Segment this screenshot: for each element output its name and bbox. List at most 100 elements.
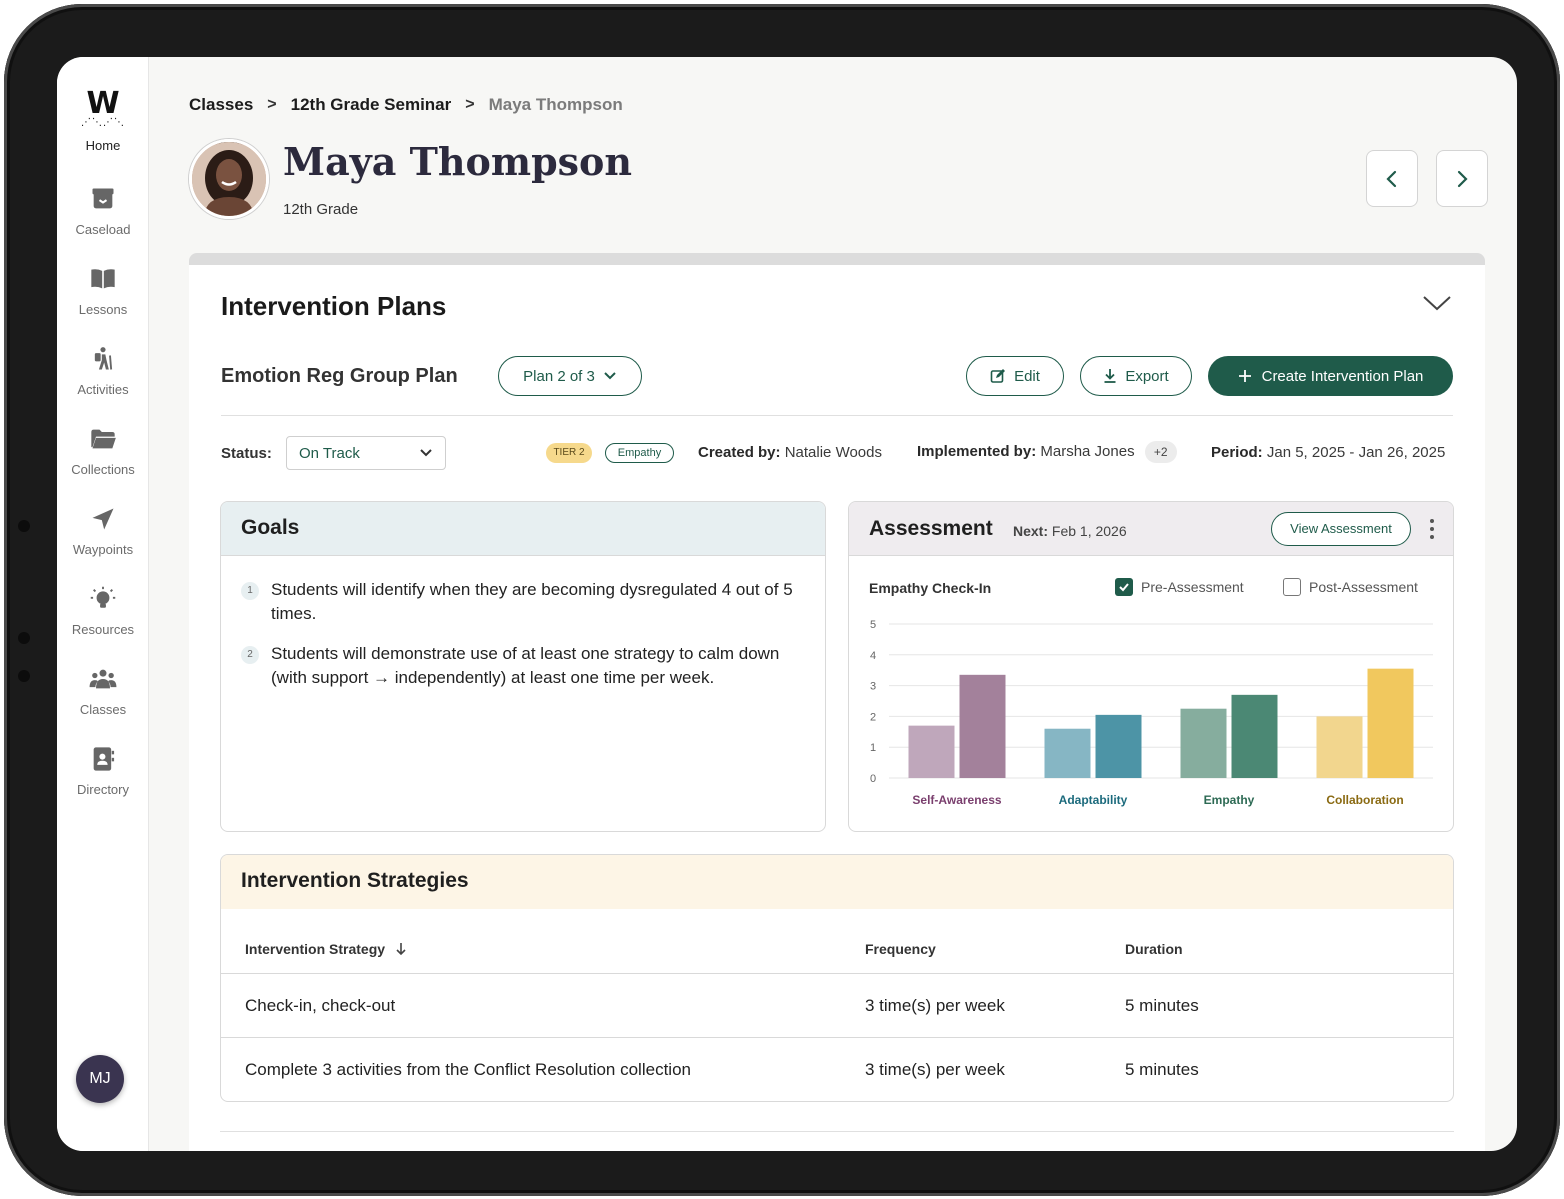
plan-name: Emotion Reg Group Plan	[221, 365, 458, 387]
goal-text: Students will demonstrate use of at leas…	[271, 644, 780, 687]
duration-cell: 5 minutes	[1125, 996, 1199, 1015]
edit-button[interactable]: Edit	[966, 356, 1064, 396]
edit-label: Edit	[1014, 367, 1040, 385]
folder-icon	[91, 429, 116, 449]
previous-student-button[interactable]	[1366, 150, 1418, 207]
bar-post	[1231, 694, 1278, 778]
create-intervention-plan-button[interactable]: Create Intervention Plan	[1208, 356, 1453, 396]
status-value: On Track	[299, 444, 360, 462]
next-assessment: Next: Feb 1, 2026	[1013, 523, 1127, 539]
sidebar-item-collections[interactable]: Collections	[57, 425, 149, 479]
breadcrumb-class[interactable]: 12th Grade Seminar	[291, 95, 452, 115]
next-date: Feb 1, 2026	[1051, 523, 1127, 539]
table-row[interactable]: Check-in, check-out 3 time(s) per week 5…	[221, 973, 1453, 1037]
export-button[interactable]: Export	[1080, 356, 1192, 396]
logo-wave: ⋰⋱⋰⋱	[81, 117, 125, 128]
created-by-value: Natalie Woods	[784, 444, 882, 461]
column-header-frequency[interactable]: Frequency	[865, 941, 936, 957]
tier-badge: TIER 2	[546, 443, 592, 463]
sensor-dot	[18, 632, 30, 644]
legend-post-assessment[interactable]: Post-Assessment	[1283, 578, 1418, 596]
more-implementers-badge[interactable]: +2	[1144, 441, 1177, 463]
sidebar-item-label: Directory	[76, 782, 129, 797]
bar-pre	[1044, 728, 1091, 778]
legend-label: Pre-Assessment	[1141, 579, 1244, 595]
app-screen: W ⋰⋱⋰⋱ Home Caseload Lessons Activities …	[57, 57, 1517, 1151]
camera-dot	[18, 520, 30, 532]
sidebar-item-label: Lessons	[78, 302, 128, 317]
period-label: Period:	[1211, 444, 1263, 461]
column-header-strategy[interactable]: Intervention Strategy	[245, 941, 407, 957]
goal-item: 2 Students will demonstrate use of at le…	[241, 642, 801, 690]
sidebar: W ⋰⋱⋰⋱ Home Caseload Lessons Activities …	[57, 57, 149, 1151]
created-by: Created by: Natalie Woods	[698, 444, 882, 461]
strategy-cell: Complete 3 activities from the Conflict …	[245, 1060, 691, 1079]
chart-title: Empathy Check-In	[869, 580, 992, 596]
view-assessment-button[interactable]: View Assessment	[1271, 512, 1411, 546]
bar-post	[959, 674, 1006, 778]
column-header-duration[interactable]: Duration	[1125, 941, 1183, 957]
sidebar-item-classes[interactable]: Classes	[57, 665, 149, 719]
legend-pre-assessment[interactable]: Pre-Assessment	[1115, 578, 1244, 596]
plan-selector[interactable]: Plan 2 of 3	[498, 356, 642, 396]
implemented-by: Implemented by: Marsha Jones +2	[917, 441, 1177, 463]
student-avatar	[189, 139, 269, 219]
bar-pre	[1180, 708, 1227, 778]
sidebar-item-lessons[interactable]: Lessons	[57, 265, 149, 319]
divider	[220, 1131, 1454, 1132]
bar-post	[1095, 714, 1142, 778]
sidebar-item-label: Collections	[71, 462, 135, 477]
intervention-plans-card: Intervention Plans Emotion Reg Group Pla…	[189, 253, 1485, 1151]
chevron-down-icon[interactable]	[1421, 293, 1453, 313]
sidebar-item-caseload[interactable]: Caseload	[57, 185, 149, 239]
assessment-panel: Assessment Next: Feb 1, 2026 View Assess…	[848, 501, 1454, 832]
strategy-cell: Check-in, check-out	[245, 996, 396, 1015]
hiker-icon	[94, 347, 113, 370]
more-options-icon[interactable]	[1427, 518, 1437, 540]
duration-cell: 5 minutes	[1125, 1060, 1199, 1079]
sort-down-icon	[396, 943, 406, 956]
sidebar-item-label: Activities	[77, 382, 129, 397]
sidebar-item-resources[interactable]: Resources	[57, 585, 149, 639]
period: Period: Jan 5, 2025 - Jan 26, 2025	[1211, 444, 1445, 461]
y-tick-label: 4	[870, 650, 876, 662]
empathy-bar-chart: 0 1 2 3 4 5 Self-Awareness Adaptability Empathy C…	[870, 619, 1433, 807]
implemented-by-label: Implemented by:	[917, 443, 1037, 460]
breadcrumb-classes[interactable]: Classes	[189, 95, 253, 115]
strategies-title: Intervention Strategies	[221, 855, 1453, 909]
chevron-right-icon: >	[465, 96, 475, 113]
checkbox-unchecked-icon	[1283, 578, 1301, 596]
sidebar-item-label: Classes	[79, 702, 127, 717]
sidebar-item-label: Home	[85, 138, 121, 153]
sidebar-item-home[interactable]: Home	[57, 137, 149, 155]
box-icon	[92, 188, 114, 209]
y-tick-label: 1	[870, 742, 876, 754]
y-tick-label: 0	[870, 773, 876, 785]
user-avatar[interactable]: MJ	[76, 1055, 124, 1103]
intervention-strategies-panel: Intervention Strategies Intervention Str…	[220, 854, 1454, 1102]
period-value: Jan 5, 2025 - Jan 26, 2025	[1266, 444, 1446, 461]
book-icon	[91, 269, 115, 289]
y-tick-label: 5	[870, 619, 876, 631]
goal-number: 2	[241, 646, 259, 664]
next-label: Next:	[1013, 523, 1049, 539]
lightbulb-icon	[90, 586, 116, 608]
bar-pre	[1316, 716, 1363, 778]
column-header-label: Intervention Strategy	[245, 941, 386, 957]
logo-letter: W	[86, 86, 120, 121]
goal-text: Students will identify when they are bec…	[271, 580, 793, 623]
plus-icon	[1238, 370, 1251, 382]
sidebar-item-waypoints[interactable]: Waypoints	[57, 505, 149, 559]
next-student-button[interactable]	[1436, 150, 1488, 207]
goals-panel: Goals 1 Students will identify when they…	[220, 501, 826, 832]
sidebar-item-activities[interactable]: Activities	[57, 345, 149, 399]
chevron-down-icon	[420, 449, 432, 457]
status-dropdown[interactable]: On Track	[286, 436, 446, 470]
edit-icon	[990, 369, 1006, 383]
chevron-right-icon: >	[267, 96, 277, 113]
app-logo[interactable]: W ⋰⋱⋰⋱	[57, 86, 149, 128]
sidebar-item-directory[interactable]: Directory	[57, 745, 149, 799]
table-row[interactable]: Complete 3 activities from the Conflict …	[221, 1037, 1453, 1101]
tablet-frame: W ⋰⋱⋰⋱ Home Caseload Lessons Activities …	[4, 4, 1560, 1196]
student-name: Maya Thompson	[283, 139, 633, 184]
